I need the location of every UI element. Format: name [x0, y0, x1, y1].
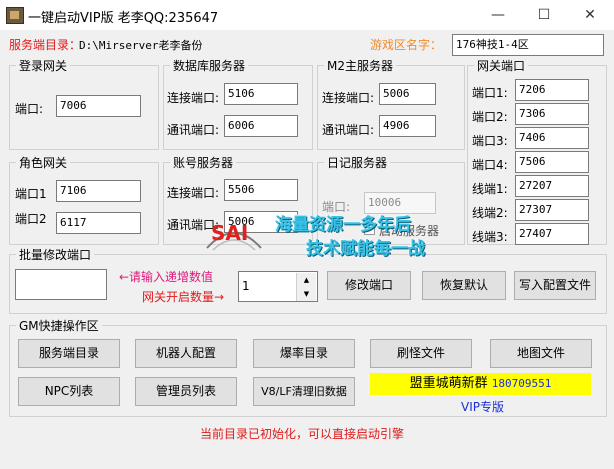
- gateway-ports-title: 网关端口: [474, 57, 529, 74]
- gateway-line3-input[interactable]: 27407: [515, 223, 589, 245]
- restore-default-button[interactable]: 恢复默认: [422, 271, 506, 300]
- role-gate-title: 角色网关: [16, 154, 71, 171]
- account-connect-label: 连接端口:: [167, 186, 220, 200]
- role-port1-label: 端口1: [15, 187, 47, 201]
- role-port1-input[interactable]: 7106: [56, 180, 141, 202]
- gateway-row-label: 端口4:: [472, 158, 508, 172]
- minimize-button[interactable]: —: [478, 5, 518, 25]
- db-connect-label: 连接端口:: [167, 91, 220, 105]
- gateway-row-label: 线端1:: [472, 182, 508, 196]
- gateway-count-hint: 网关开启数量→: [142, 290, 225, 304]
- game-zone-input[interactable]: 176神技1-4区: [452, 34, 604, 56]
- db-comm-input[interactable]: 6006: [224, 115, 298, 137]
- monster-file-button[interactable]: 刷怪文件: [370, 339, 472, 368]
- gateway-port2-input[interactable]: 7306: [515, 103, 589, 125]
- gm-title: GM快捷操作区: [16, 317, 102, 334]
- account-server-title: 账号服务器: [170, 154, 237, 171]
- watermark-line2: 技术赋能每一战: [306, 239, 425, 259]
- game-zone-label: 游戏区名字：: [370, 38, 443, 52]
- login-port-input[interactable]: 7006: [56, 95, 141, 117]
- db-server-title: 数据库服务器: [170, 57, 249, 74]
- server-dir-button[interactable]: 服务端目录: [18, 339, 120, 368]
- drop-dir-button[interactable]: 爆率目录: [253, 339, 355, 368]
- spinner-value: 1: [242, 279, 250, 293]
- role-port2-label: 端口2: [15, 212, 47, 226]
- app-icon: [6, 7, 24, 24]
- increment-input[interactable]: [15, 269, 107, 300]
- login-port-label: 端口:: [15, 102, 44, 116]
- watermark: SAI 海量资源一多年后 技术赋能每一战: [203, 200, 471, 270]
- group-number: 180709551: [491, 377, 552, 390]
- watermark-logo-icon: SAI: [206, 221, 262, 251]
- batch-title: 批量修改端口: [16, 246, 95, 263]
- window-title: 一键启动VIP版 老李QQ:235647: [28, 11, 219, 26]
- group-info-banner: 盟重城萌新群 180709551: [370, 373, 591, 395]
- server-dir-label: 服务端目录：: [9, 38, 82, 52]
- m2-connect-label: 连接端口:: [322, 91, 375, 105]
- gateway-count-spinner[interactable]: 1 ▲ ▼: [238, 271, 318, 302]
- robot-config-button[interactable]: 机器人配置: [135, 339, 237, 368]
- modify-port-button[interactable]: 修改端口: [327, 271, 411, 300]
- server-dir-value: D:\Mirserver老李备份: [79, 39, 203, 52]
- log-server-title: 日记服务器: [324, 154, 391, 171]
- m2-server-title: M2主服务器: [324, 57, 396, 74]
- role-port2-input[interactable]: 6117: [56, 212, 141, 234]
- db-comm-label: 通讯端口:: [167, 123, 220, 137]
- close-button[interactable]: ✕: [570, 5, 610, 25]
- watermark-line1: 海量资源一多年后: [275, 215, 411, 235]
- gateway-row-label: 端口3:: [472, 134, 508, 148]
- gateway-port4-input[interactable]: 7506: [515, 151, 589, 173]
- maximize-button[interactable]: ☐: [524, 5, 564, 25]
- login-gate-title: 登录网关: [16, 57, 71, 74]
- write-config-button[interactable]: 写入配置文件: [514, 271, 596, 300]
- spin-down-icon[interactable]: ▼: [296, 287, 316, 301]
- increment-hint: ←请输入递增数值: [119, 270, 214, 284]
- watermark-logo-text: SAI: [211, 221, 248, 245]
- m2-comm-input[interactable]: 4906: [379, 115, 436, 137]
- clear-old-data-button[interactable]: V8/LF清理旧数据: [253, 377, 355, 406]
- map-file-button[interactable]: 地图文件: [490, 339, 592, 368]
- gateway-row-label: 端口2:: [472, 110, 508, 124]
- spin-up-icon[interactable]: ▲: [296, 273, 316, 287]
- gateway-port1-input[interactable]: 7206: [515, 79, 589, 101]
- gateway-port3-input[interactable]: 7406: [515, 127, 589, 149]
- gateway-line2-input[interactable]: 27307: [515, 199, 589, 221]
- group-label: 盟重城萌新群: [409, 376, 488, 391]
- m2-connect-input[interactable]: 5006: [379, 83, 436, 105]
- gateway-line1-input[interactable]: 27207: [515, 175, 589, 197]
- m2-comm-label: 通讯端口:: [322, 123, 375, 137]
- account-connect-input[interactable]: 5506: [224, 179, 298, 201]
- gateway-row-label: 线端2:: [472, 206, 508, 220]
- status-text: 当前目录已初始化，可以直接启动引擎: [200, 427, 405, 441]
- admin-list-button[interactable]: 管理员列表: [135, 377, 237, 406]
- vip-label: VIP专版: [461, 400, 504, 414]
- db-connect-input[interactable]: 5106: [224, 83, 298, 105]
- gateway-row-label: 端口1:: [472, 86, 508, 100]
- gateway-row-label: 线端3:: [472, 230, 508, 244]
- npc-list-button[interactable]: NPC列表: [18, 377, 120, 406]
